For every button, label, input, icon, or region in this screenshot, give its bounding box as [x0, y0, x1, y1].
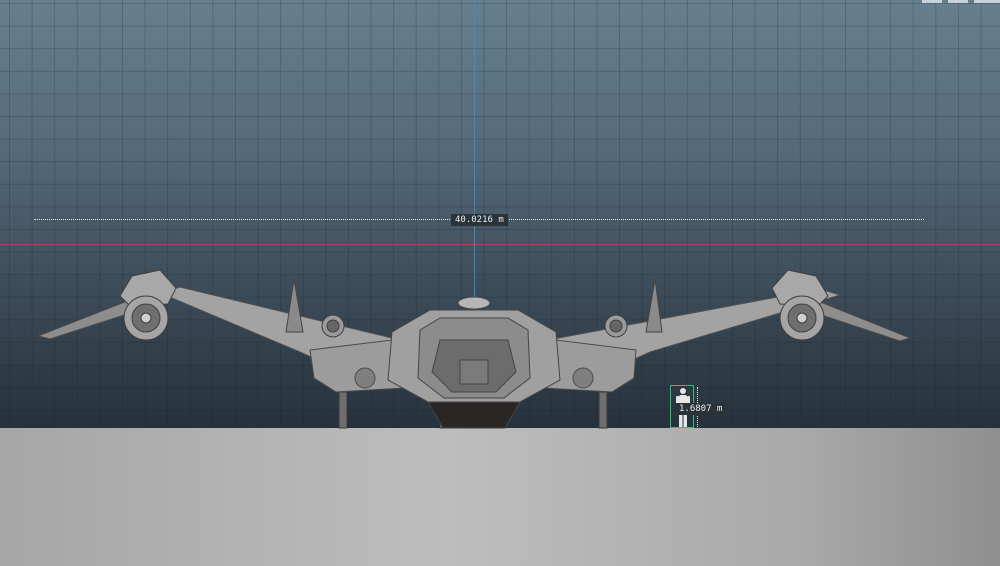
corner-control-2[interactable]: [948, 0, 968, 3]
human-height-label: 1.6807 m: [675, 403, 727, 415]
viewport-corner-controls[interactable]: [922, 0, 1000, 4]
human-reference-figure[interactable]: [0, 0, 1000, 566]
3d-viewport[interactable]: 40.0216 m 1.6807 m: [0, 0, 1000, 566]
corner-control-3[interactable]: [974, 0, 1000, 3]
corner-control-1[interactable]: [922, 0, 942, 3]
